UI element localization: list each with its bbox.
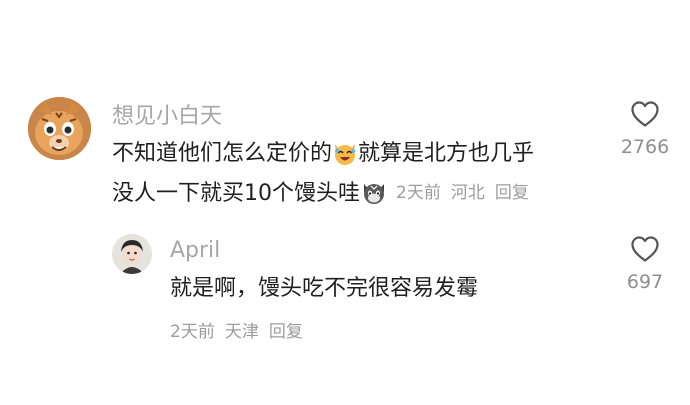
reply-button[interactable]: 回复: [269, 322, 303, 342]
comment-meta: 2天前 天津 回复: [170, 317, 313, 342]
username[interactable]: 想见小白天: [112, 103, 222, 131]
comment-time: 2天前: [396, 183, 441, 203]
tiger-avatar-icon: [28, 97, 91, 160]
comment-text: 没人一下就买10个馒头哇: [112, 181, 360, 206]
like-control: 2766: [605, 100, 685, 158]
comment-text: 不知道他们怎么定价的: [112, 141, 333, 166]
avatar[interactable]: [28, 97, 91, 160]
avatar[interactable]: [112, 234, 152, 274]
person-avatar-icon: [112, 234, 152, 274]
comment-text-line2: 没人一下就买10个馒头哇 2天前 河北 回复: [112, 175, 539, 218]
reply-button[interactable]: 回复: [495, 183, 529, 203]
like-count: 2766: [620, 136, 670, 158]
comment-text-continued: 就算是北方也几乎: [358, 141, 535, 166]
comment-location: 天津: [224, 322, 259, 342]
heart-icon[interactable]: [630, 235, 660, 263]
like-count: 697: [626, 271, 664, 293]
comment-location: 河北: [450, 183, 485, 203]
heart-icon[interactable]: [630, 100, 660, 128]
like-control: 697: [605, 235, 685, 293]
comment-text: 就是啊，馒头吃不完很容易发霉: [170, 276, 479, 301]
cat-face-emoji-icon: [360, 178, 388, 218]
comment-text-line1: 不知道他们怎么定价的 就算是北方也几乎: [112, 136, 534, 178]
laughing-cat-emoji-icon: [332, 140, 358, 178]
comment-meta: 2天前 河北 回复: [396, 183, 539, 203]
username[interactable]: April: [170, 237, 220, 265]
comment-time: 2天前: [170, 322, 215, 342]
